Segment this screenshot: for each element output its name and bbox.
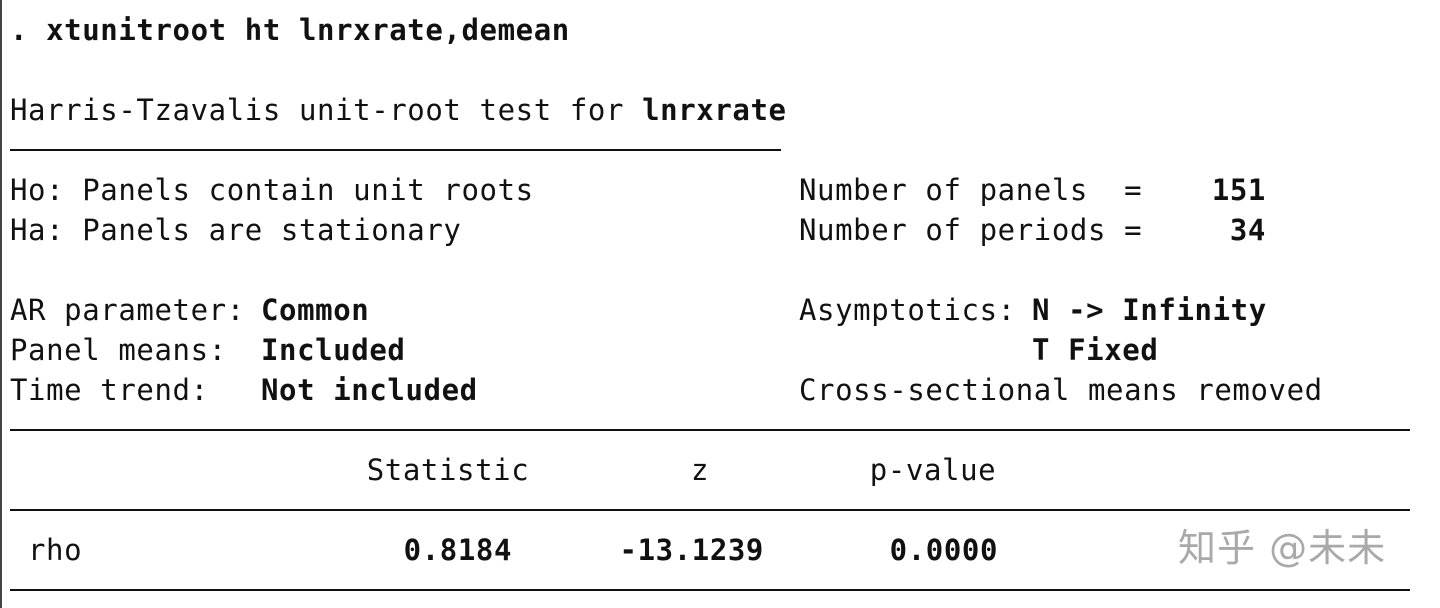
ar-parameter-label: AR parameter: xyxy=(10,293,245,327)
row-statistic: 0.8184 xyxy=(403,533,512,567)
header-z: z xyxy=(690,453,710,487)
row-z: -13.1239 xyxy=(619,533,764,567)
test-variable: lnrxrate xyxy=(642,93,787,127)
panel-means-value: Included xyxy=(261,333,406,367)
row-p-value: 0.0000 xyxy=(889,533,998,567)
header-p-value: p-value xyxy=(869,453,997,487)
row-name: rho xyxy=(28,533,83,567)
asymptotics-n: N -> Infinity xyxy=(1032,293,1267,327)
asymptotics-t: T Fixed xyxy=(1032,333,1159,367)
test-title: Harris-Tzavalis unit-root test for lnrxr… xyxy=(10,90,787,130)
stata-results-window: . xtunitroot ht lnrxrate,demean Harris-T… xyxy=(0,0,1440,608)
null-hypothesis: Ho: Panels contain unit roots xyxy=(10,173,534,207)
panels-value: 151 xyxy=(1211,173,1266,207)
periods-label: Number of periods = xyxy=(799,213,1143,247)
panels-label: Number of panels = xyxy=(799,173,1143,207)
time-trend-value: Not included xyxy=(261,373,478,407)
panel-means-label: Panel means: xyxy=(10,333,227,367)
command-line: . xtunitroot ht lnrxrate,demean xyxy=(10,13,570,47)
table-header-rule xyxy=(10,509,1410,511)
title-underline xyxy=(10,149,781,151)
periods-value: 34 xyxy=(1229,213,1266,247)
table-bottom-rule xyxy=(10,589,1410,591)
alt-hypothesis: Ha: Panels are stationary xyxy=(10,213,462,247)
table-top-rule xyxy=(10,429,1410,431)
header-statistic: Statistic xyxy=(366,453,530,487)
ar-parameter-value: Common xyxy=(261,293,370,327)
time-trend-label: Time trend: xyxy=(10,373,209,407)
zhihu-watermark: 知乎 @未未 xyxy=(1178,526,1387,570)
cross-sectional-note: Cross-sectional means removed xyxy=(799,373,1323,407)
asymptotics-label: Asymptotics: xyxy=(799,293,1016,327)
test-title-prefix: Harris-Tzavalis unit-root test for xyxy=(10,93,643,127)
